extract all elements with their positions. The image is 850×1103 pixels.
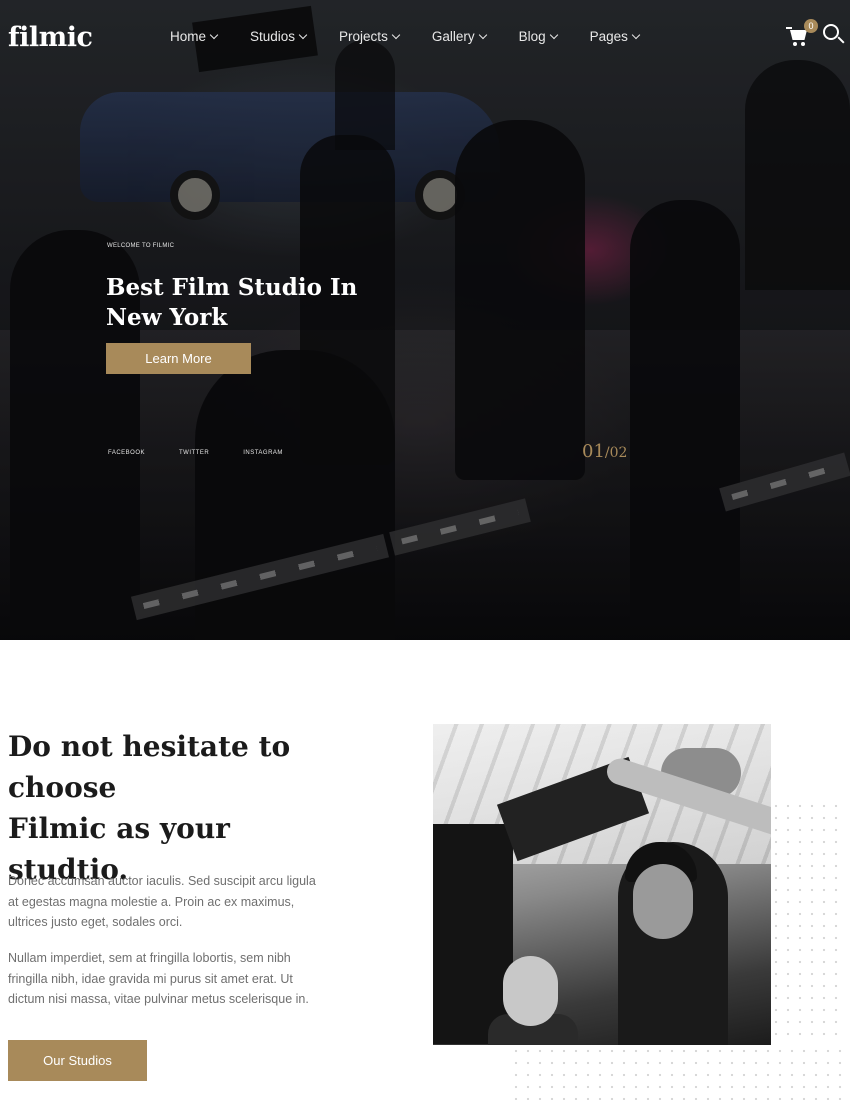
about-paragraph: Donec accumsan auctor iaculis. Sed susci… [8,874,316,929]
learn-more-button[interactable]: Learn More [106,343,251,374]
site-logo[interactable]: filmic [8,22,93,53]
dot-pattern-decoration [770,800,845,1040]
our-studios-button[interactable]: Our Studios [8,1040,147,1081]
nav-item-gallery[interactable]: Gallery [431,29,487,44]
nav-item-label: Blog [518,29,546,44]
nav-item-pages[interactable]: Pages [589,29,641,44]
main-nav: Home Studios Projects Gallery Blog Pages [170,29,672,44]
search-icon[interactable] [823,24,845,46]
slide-counter: 01/02 [582,441,627,462]
dot-pattern-decoration [510,1045,845,1100]
social-link-facebook[interactable]: FACEBOOK [108,450,145,456]
about-heading-line: choose [8,771,117,804]
chevron-down-icon [478,30,487,40]
chevron-down-icon [209,30,219,40]
about-paragraph: Nullam imperdiet, sem at fringilla lobor… [8,951,309,1006]
nav-item-studios[interactable]: Studios [250,29,308,44]
nav-item-label: Gallery [431,29,475,44]
about-heading-line: Do not hesitate to [8,730,291,763]
nav-item-label: Home [170,29,207,44]
hero-section: filmic Home Studios Projects Gallery Blo… [0,0,850,640]
hero-title: Best Film Studio In New York [106,274,358,331]
about-heading: Do not hesitate to choose Filmic as your… [8,726,348,890]
nav-item-blog[interactable]: Blog [518,29,558,44]
nav-item-home[interactable]: Home [170,29,219,44]
cart-count-badge: 0 [804,19,818,33]
chevron-down-icon [549,30,558,40]
chevron-down-icon [298,30,308,40]
nav-item-label: Projects [339,29,388,44]
social-link-instagram[interactable]: INSTAGRAM [243,450,283,456]
slide-current: 01 [582,441,605,462]
social-link-twitter[interactable]: TWITTER [179,450,209,456]
nav-item-label: Studios [250,29,296,44]
hero-eyebrow: WELCOME TO FILMIC [107,243,175,249]
nav-item-projects[interactable]: Projects [339,29,401,44]
chevron-down-icon [631,30,641,40]
studio-crew-photo [433,724,771,1045]
chevron-down-icon [391,30,401,40]
nav-item-label: Pages [589,29,628,44]
social-links: FACEBOOK TWITTER INSTAGRAM [108,450,317,456]
slide-total: 02 [609,445,628,461]
